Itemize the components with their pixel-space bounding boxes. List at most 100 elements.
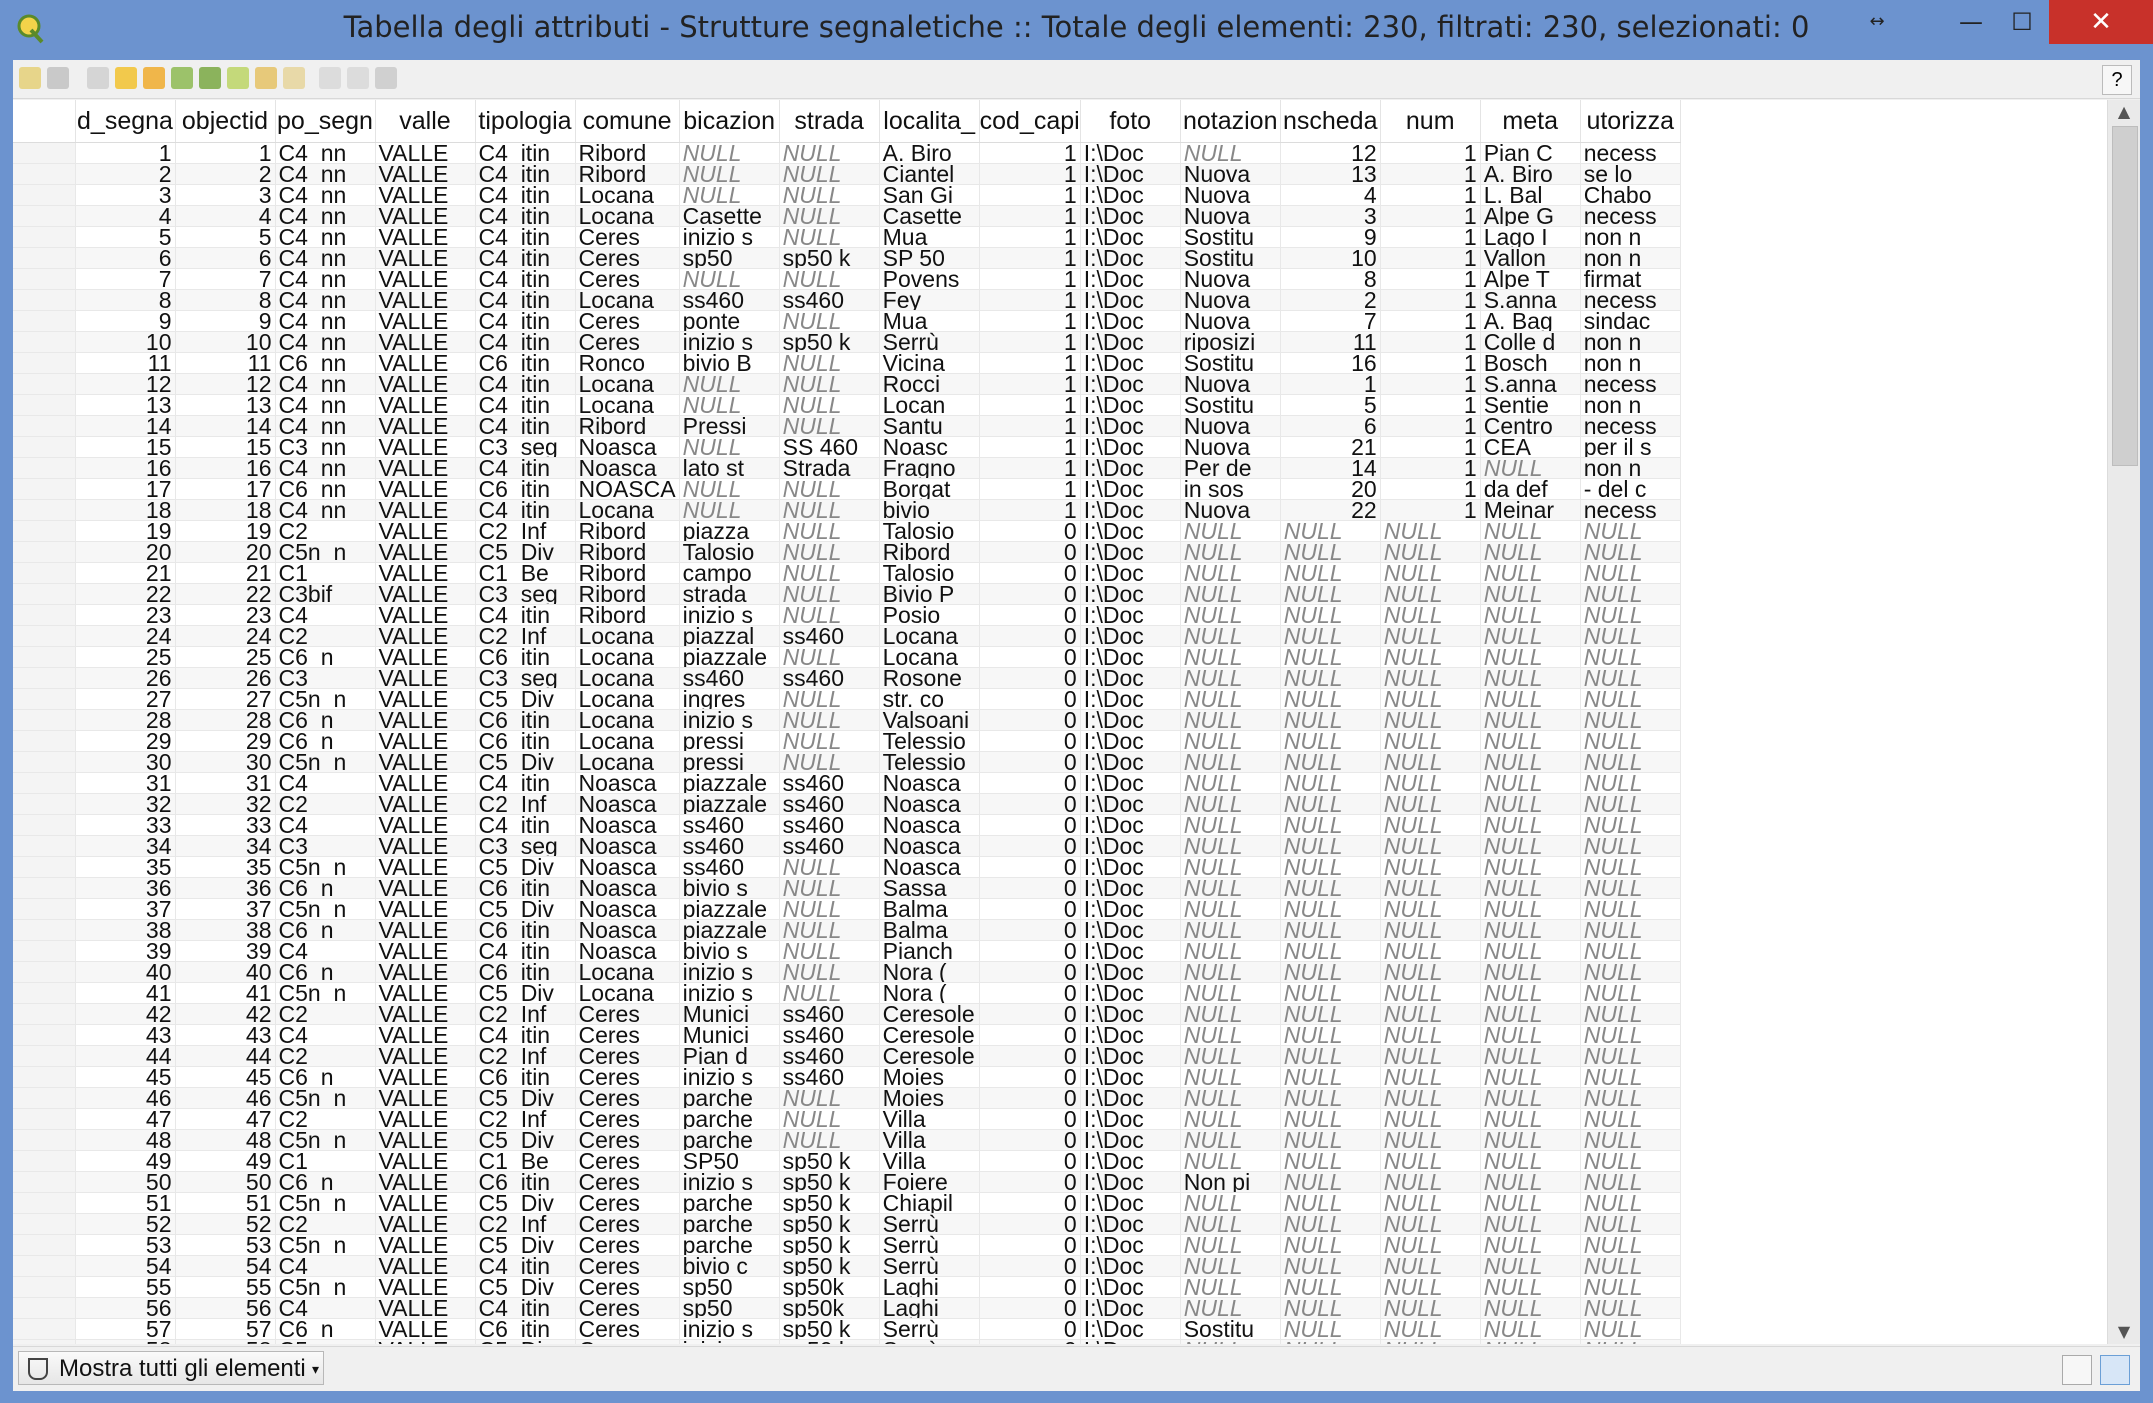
table-cell[interactable]: NULL xyxy=(1580,751,1681,773)
table-cell[interactable]: 38 xyxy=(75,919,176,941)
table-cell[interactable]: NULL xyxy=(779,1129,880,1151)
table-cell[interactable]: NULL xyxy=(679,142,780,164)
table-cell[interactable]: C4_itin xyxy=(475,226,576,248)
table-cell[interactable]: C3_seg xyxy=(475,583,576,605)
table-row[interactable]: 6 6 C4_nn VALLE C4_itin Ceres sp50 sp50 k SP 50 1… xyxy=(13,247,1681,269)
table-cell[interactable]: 1 xyxy=(979,415,1081,437)
table-cell[interactable]: I:\Doc xyxy=(1080,541,1181,563)
table-row[interactable]: 5 5 C4_nn VALLE C4_itin Ceres inizio s NULL Mua 1… xyxy=(13,226,1681,248)
scroll-down-arrow-icon[interactable]: ▼ xyxy=(2108,1320,2140,1344)
row-header[interactable] xyxy=(13,1108,76,1130)
table-cell[interactable]: NULL xyxy=(1480,814,1581,836)
maximize-button[interactable]: ☐ xyxy=(1991,0,2053,44)
table-row[interactable]: 32 32 C2 VALLE C2_Inf Noasca piazzale ss460 Noas… xyxy=(13,793,1681,815)
table-cell[interactable]: VALLE xyxy=(375,436,476,458)
table-cell[interactable]: NULL xyxy=(1380,604,1481,626)
table-cell[interactable]: C5_Div xyxy=(475,1087,576,1109)
table-cell[interactable]: Ceres xyxy=(575,226,680,248)
table-cell[interactable]: 1 xyxy=(979,478,1081,500)
table-row[interactable]: 31 31 C4 VALLE C4_itin Noasca piazzale ss460 Noa… xyxy=(13,772,1681,794)
table-cell[interactable]: Nuova xyxy=(1180,163,1281,185)
table-row[interactable]: 56 56 C4 VALLE C4_itin Ceres sp50 sp50k Laghi 0 I:… xyxy=(13,1297,1681,1319)
table-cell[interactable]: Noasca xyxy=(575,814,680,836)
table-row[interactable]: 17 17 C6_nn VALLE C6_itin NOASCA NULL NULL Borga… xyxy=(13,478,1681,500)
table-cell[interactable]: I:\Doc xyxy=(1080,268,1181,290)
table-cell[interactable]: Noasca xyxy=(575,772,680,794)
table-cell[interactable]: I:\Doc xyxy=(1080,835,1181,857)
table-cell[interactable]: Locana xyxy=(575,688,680,710)
table-cell[interactable]: I:\Doc xyxy=(1080,625,1181,647)
table-cell[interactable]: ss460 xyxy=(779,793,880,815)
table-cell[interactable]: I:\Doc xyxy=(1080,1276,1181,1298)
table-cell[interactable]: parche xyxy=(679,1108,780,1130)
row-header[interactable] xyxy=(13,499,76,521)
table-row[interactable]: 14 14 C4_nn VALLE C4_itin Ribord Pressi NULL San… xyxy=(13,415,1681,437)
table-cell[interactable]: NULL xyxy=(1180,1297,1281,1319)
table-cell[interactable]: sp50 k xyxy=(779,1150,880,1172)
table-cell[interactable]: NULL xyxy=(1280,562,1381,584)
table-row[interactable]: 2 2 C4_nn VALLE C4_itin Ribord NULL NULL Ciantel… xyxy=(13,163,1681,185)
table-cell[interactable]: 2 xyxy=(175,163,276,185)
table-cell[interactable]: NULL xyxy=(1280,688,1381,710)
table-cell[interactable]: 40 xyxy=(175,961,276,983)
table-cell[interactable]: 1 xyxy=(979,310,1081,332)
table-cell[interactable]: 22 xyxy=(75,583,176,605)
table-row[interactable]: 52 52 C2 VALLE C2_Inf Ceres parche sp50 k Serrù 0… xyxy=(13,1213,1681,1235)
table-cell[interactable]: VALLE xyxy=(375,793,476,815)
table-cell[interactable]: 19 xyxy=(175,520,276,542)
table-cell[interactable]: Ceres xyxy=(575,310,680,332)
table-cell[interactable]: 29 xyxy=(75,730,176,752)
table-cell[interactable]: NULL xyxy=(1480,919,1581,941)
table-cell[interactable]: VALLE xyxy=(375,667,476,689)
table-cell[interactable]: Casette xyxy=(679,205,780,227)
table-cell[interactable]: VALLE xyxy=(375,1276,476,1298)
table-cell[interactable]: 1 xyxy=(979,499,1081,521)
table-cell[interactable]: 51 xyxy=(75,1192,176,1214)
table-cell[interactable]: C3 xyxy=(275,667,376,689)
table-cell[interactable]: I:\Doc xyxy=(1080,394,1181,416)
table-row[interactable]: 43 43 C4 VALLE C4_itin Ceres Munici ss460 Cereso… xyxy=(13,1024,1681,1046)
column-header[interactable]: d_segna xyxy=(75,100,176,143)
table-cell[interactable]: NULL xyxy=(779,982,880,1004)
table-cell[interactable]: VALLE xyxy=(375,625,476,647)
column-header[interactable]: num xyxy=(1380,100,1481,143)
table-cell[interactable]: C5n_n xyxy=(275,1087,376,1109)
table-cell[interactable]: Per de xyxy=(1180,457,1281,479)
table-cell[interactable]: Noasca xyxy=(575,856,680,878)
table-cell[interactable]: NULL xyxy=(1280,709,1381,731)
table-cell[interactable]: 0 xyxy=(979,751,1081,773)
table-cell[interactable]: 25 xyxy=(75,646,176,668)
table-cell[interactable]: I:\Doc xyxy=(1080,709,1181,731)
table-cell[interactable]: sp50 k xyxy=(779,1318,880,1340)
table-cell[interactable]: Ribord xyxy=(575,583,680,605)
table-row[interactable]: 45 45 C6_n VALLE C6_itin Ceres inizio s ss460 Mo… xyxy=(13,1066,1681,1088)
table-cell[interactable]: 1 xyxy=(979,142,1081,164)
table-cell[interactable]: NULL xyxy=(1380,877,1481,899)
table-cell[interactable]: NULL xyxy=(679,268,780,290)
table-cell[interactable]: NULL xyxy=(779,541,880,563)
table-cell[interactable]: 28 xyxy=(175,709,276,731)
table-cell[interactable]: Ribord xyxy=(575,142,680,164)
delete-selected-icon[interactable] xyxy=(87,67,109,89)
table-cell[interactable]: ss460 xyxy=(779,625,880,647)
table-cell[interactable]: Balma xyxy=(879,919,980,941)
table-cell[interactable]: I:\Doc xyxy=(1080,562,1181,584)
table-cell[interactable]: C5_Div xyxy=(475,1234,576,1256)
table-row[interactable]: 26 26 C3 VALLE C3_seg Locana ss460 ss460 Rosone 0… xyxy=(13,667,1681,689)
row-header[interactable] xyxy=(13,394,76,416)
table-cell[interactable]: C6_itin xyxy=(475,352,576,374)
row-header[interactable] xyxy=(13,289,76,311)
table-cell[interactable]: 0 xyxy=(979,1192,1081,1214)
table-cell[interactable]: NULL xyxy=(779,478,880,500)
row-header[interactable] xyxy=(13,1234,76,1256)
table-cell[interactable]: sp50k xyxy=(779,1297,880,1319)
table-cell[interactable]: NULL xyxy=(1480,751,1581,773)
table-cell[interactable]: NULL xyxy=(1180,751,1281,773)
table-cell[interactable]: NULL xyxy=(1580,583,1681,605)
table-cell[interactable]: VALLE xyxy=(375,1045,476,1067)
row-header[interactable] xyxy=(13,478,76,500)
table-cell[interactable]: Ceres xyxy=(575,1192,680,1214)
table-cell[interactable]: NULL xyxy=(1180,604,1281,626)
row-header[interactable] xyxy=(13,1024,76,1046)
table-cell[interactable]: C4_nn xyxy=(275,289,376,311)
